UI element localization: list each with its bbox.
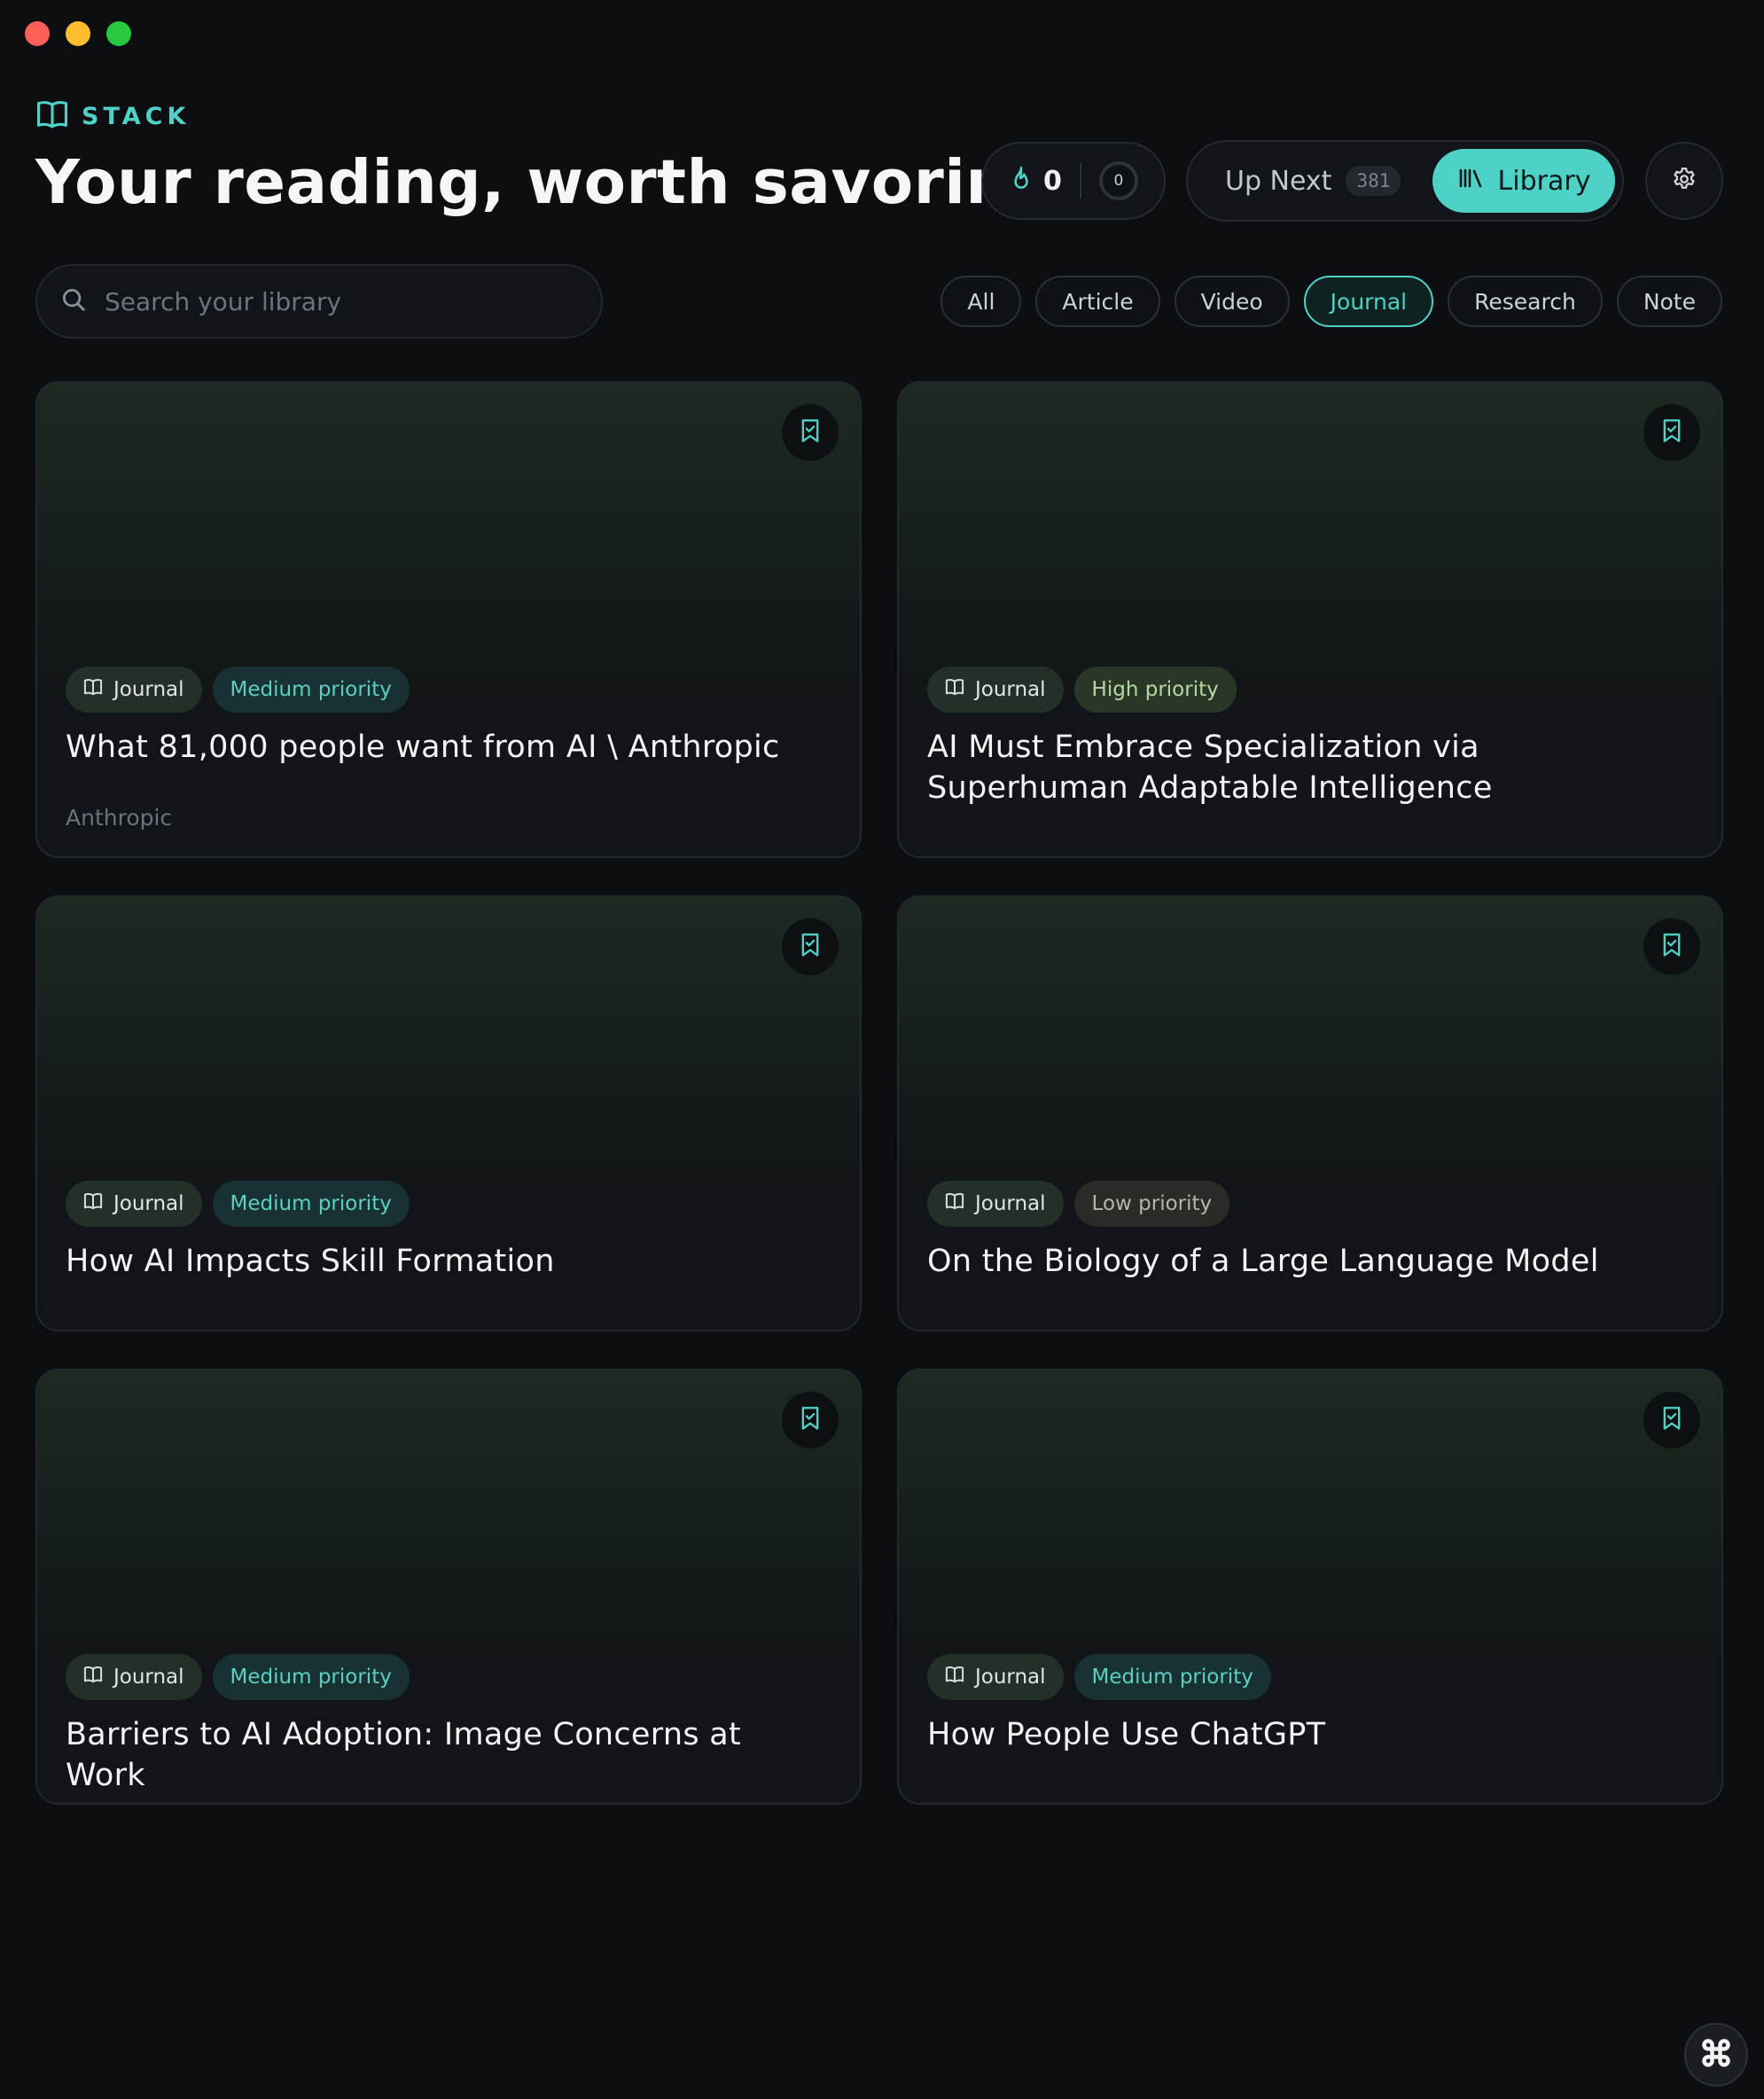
up-next-label: Up Next xyxy=(1225,165,1332,197)
flame-icon xyxy=(1010,166,1033,196)
close-window-button[interactable] xyxy=(25,21,50,46)
page-title: Your reading, worth savoring. xyxy=(35,147,1078,218)
filter-chip-video[interactable]: Video xyxy=(1174,276,1290,327)
card-title: What 81,000 people want from AI \ Anthro… xyxy=(66,730,780,765)
streak-count: 0 xyxy=(1043,165,1062,197)
open-book-icon xyxy=(945,1666,964,1689)
bookmark-check-icon xyxy=(800,1406,821,1434)
open-book-icon xyxy=(83,678,103,701)
command-key-icon xyxy=(1700,2037,1732,2072)
gear-icon xyxy=(1671,166,1698,196)
library-card[interactable]: Journal High priority AI Must Embrace Sp… xyxy=(897,381,1723,858)
search-icon xyxy=(60,286,87,316)
view-toggle: Up Next 381 Library xyxy=(1186,140,1624,222)
card-title: On the Biology of a Large Language Model xyxy=(927,1244,1599,1279)
up-next-tab[interactable]: Up Next 381 xyxy=(1225,142,1401,220)
library-card[interactable]: Journal Low priority On the Biology of a… xyxy=(897,895,1723,1331)
filter-chip-article[interactable]: Article xyxy=(1035,276,1160,327)
filter-chips: All Article Video Journal Research Note xyxy=(941,276,1722,327)
search-bar xyxy=(35,264,603,339)
open-book-icon xyxy=(945,678,964,701)
filter-chip-research[interactable]: Research xyxy=(1448,276,1603,327)
card-title: AI Must Embrace Specialization via Super… xyxy=(927,730,1493,806)
up-next-count-badge: 381 xyxy=(1346,166,1401,196)
card-title: How People Use ChatGPT xyxy=(927,1717,1326,1752)
open-book-icon xyxy=(35,99,69,133)
brand-name: STACK xyxy=(82,102,191,130)
content-type-tag: Journal xyxy=(927,1654,1064,1700)
bookmark-check-icon xyxy=(1661,1406,1682,1434)
library-label: Library xyxy=(1497,165,1591,197)
content-type-label: Journal xyxy=(975,1666,1046,1689)
save-button[interactable] xyxy=(782,918,839,975)
save-button[interactable] xyxy=(782,404,839,461)
content-type-label: Journal xyxy=(975,678,1046,701)
settings-button[interactable] xyxy=(1645,142,1723,220)
filter-chip-all[interactable]: All xyxy=(941,276,1022,327)
save-button[interactable] xyxy=(1643,404,1700,461)
app-window: STACK Your reading, worth savoring. 0 0 … xyxy=(0,0,1764,2099)
card-title: How AI Impacts Skill Formation xyxy=(66,1244,555,1279)
priority-tag: High priority xyxy=(1073,667,1237,713)
content-type-tag: Journal xyxy=(66,667,202,713)
library-books-icon xyxy=(1457,166,1484,197)
library-tab[interactable]: Library xyxy=(1432,149,1615,213)
content-type-tag: Journal xyxy=(66,1654,202,1700)
command-button[interactable] xyxy=(1684,2023,1748,2087)
content-type-label: Journal xyxy=(975,1192,1046,1215)
priority-tag: Medium priority xyxy=(212,667,410,713)
library-card[interactable]: Journal Medium priority Barriers to AI A… xyxy=(35,1369,862,1805)
priority-tag: Low priority xyxy=(1073,1181,1230,1227)
minimize-window-button[interactable] xyxy=(66,21,90,46)
content-type-label: Journal xyxy=(113,678,184,701)
window-controls xyxy=(25,21,131,46)
filter-chip-note[interactable]: Note xyxy=(1616,276,1722,327)
bookmark-check-icon xyxy=(1661,932,1682,961)
streak-divider xyxy=(1079,163,1081,199)
open-book-icon xyxy=(83,1666,103,1689)
save-button[interactable] xyxy=(782,1392,839,1448)
save-button[interactable] xyxy=(1643,1392,1700,1448)
zoom-window-button[interactable] xyxy=(106,21,131,46)
library-card[interactable]: Journal Medium priority How People Use C… xyxy=(897,1369,1723,1805)
card-title: Barriers to AI Adoption: Image Concerns … xyxy=(66,1717,742,1793)
search-input[interactable] xyxy=(105,286,566,316)
library-card[interactable]: Journal Medium priority How AI Impacts S… xyxy=(35,895,862,1331)
save-button[interactable] xyxy=(1643,918,1700,975)
priority-tag: Medium priority xyxy=(1073,1654,1271,1700)
content-type-tag: Journal xyxy=(66,1181,202,1227)
filter-chip-journal[interactable]: Journal xyxy=(1303,276,1434,327)
progress-ring: 0 xyxy=(1098,161,1138,200)
brand: STACK xyxy=(35,99,190,133)
bookmark-check-icon xyxy=(800,932,821,961)
open-book-icon xyxy=(945,1192,964,1215)
priority-tag: Medium priority xyxy=(212,1181,410,1227)
open-book-icon xyxy=(83,1192,103,1215)
card-source: Anthropic xyxy=(66,805,173,831)
library-card[interactable]: Journal Medium priority What 81,000 peop… xyxy=(35,381,862,858)
priority-tag: Medium priority xyxy=(212,1654,410,1700)
content-type-tag: Journal xyxy=(927,1181,1064,1227)
bookmark-check-icon xyxy=(800,418,821,447)
content-type-tag: Journal xyxy=(927,667,1064,713)
streak-widget[interactable]: 0 0 xyxy=(981,142,1166,220)
bookmark-check-icon xyxy=(1661,418,1682,447)
content-type-label: Journal xyxy=(113,1666,184,1689)
content-type-label: Journal xyxy=(113,1192,184,1215)
